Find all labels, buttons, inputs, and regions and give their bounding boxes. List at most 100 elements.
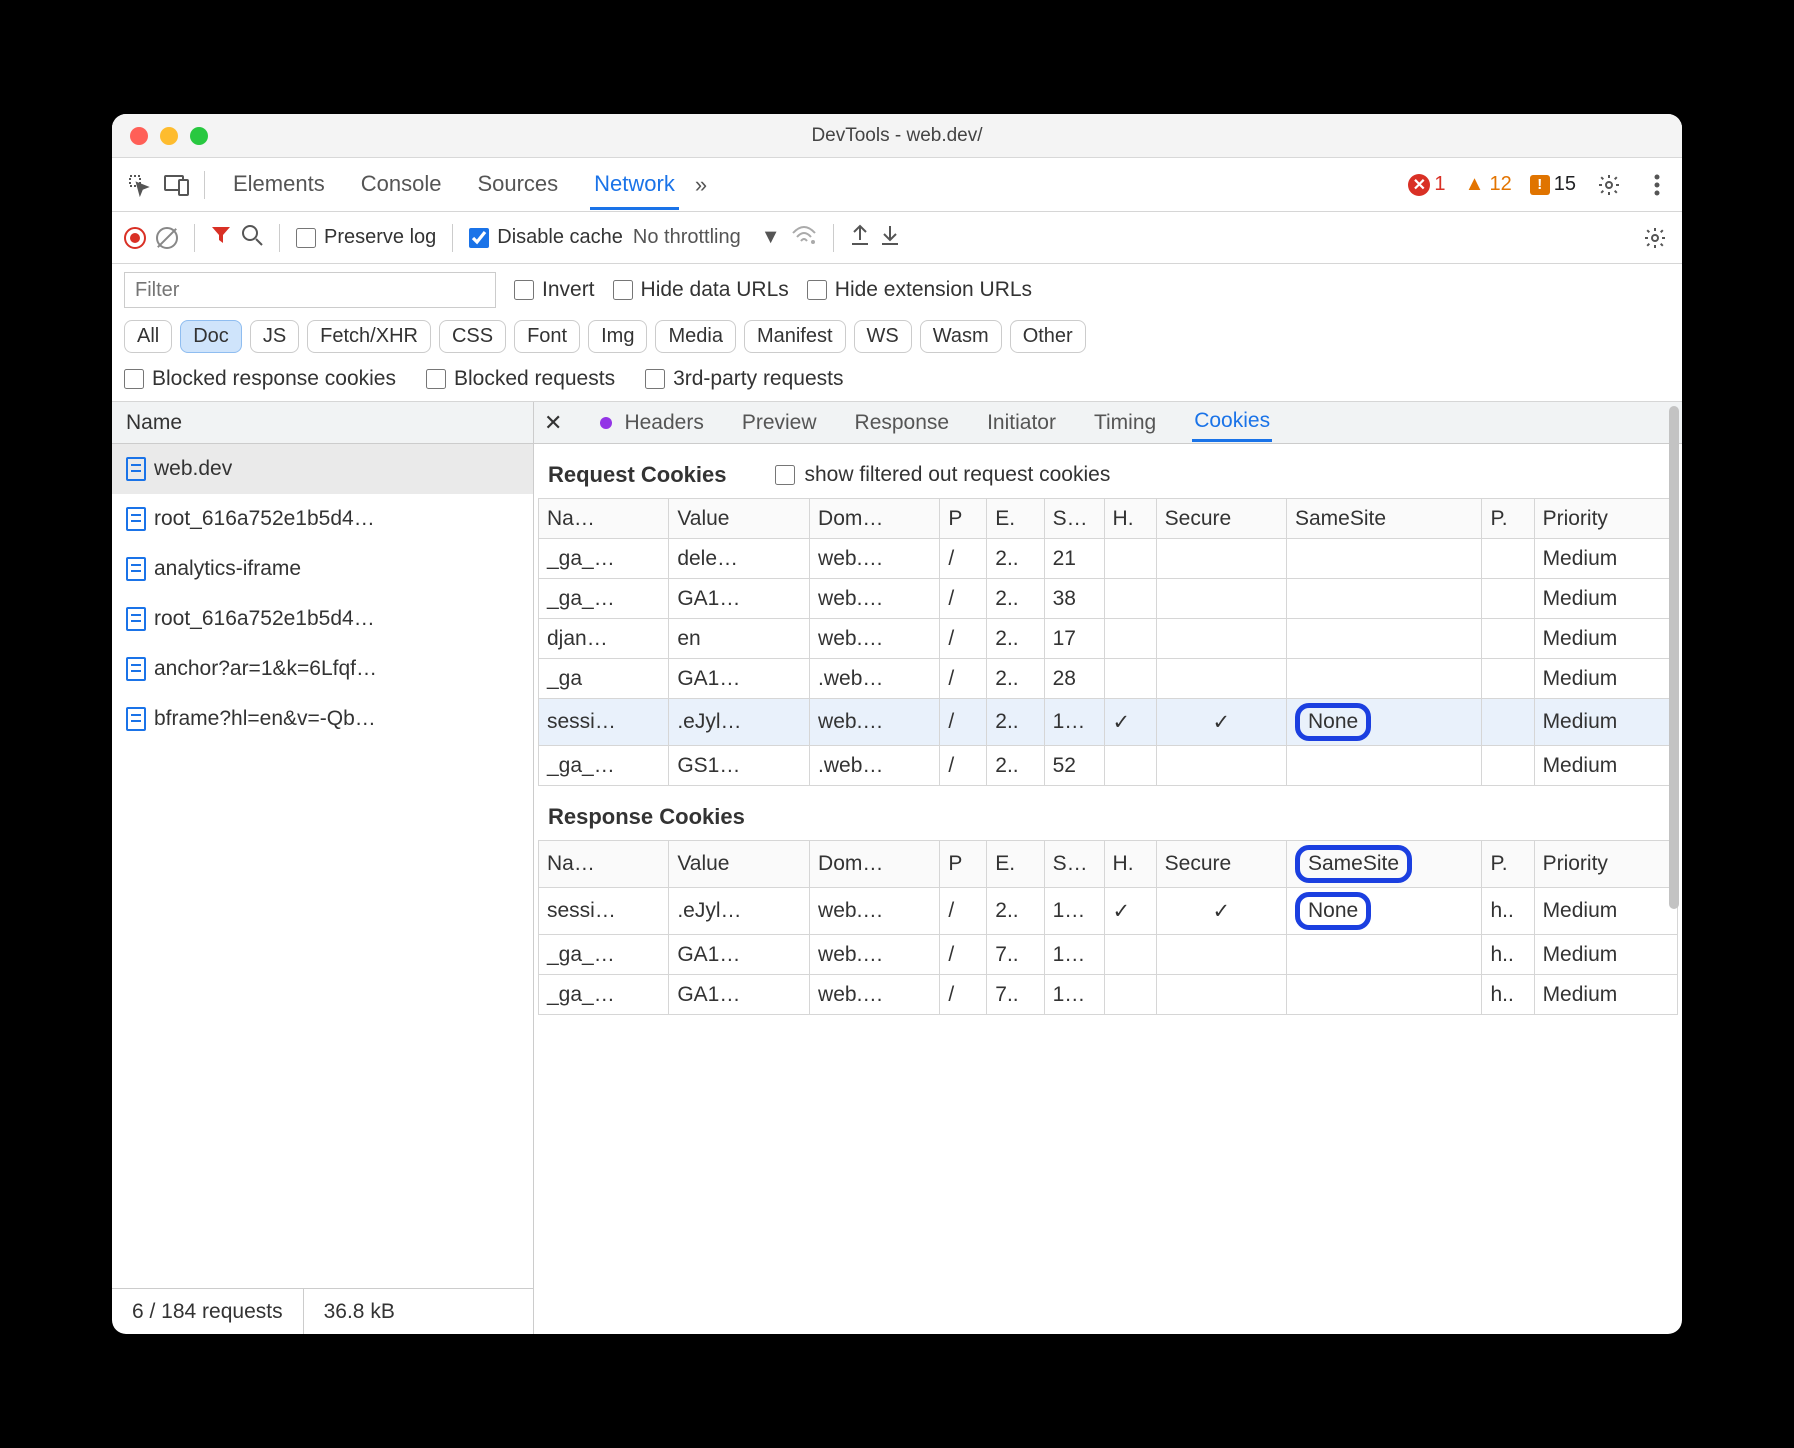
- type-pill-media[interactable]: Media: [655, 320, 735, 353]
- chevron-down-icon: ▼: [761, 226, 781, 249]
- type-pill-fetchxhr[interactable]: Fetch/XHR: [307, 320, 431, 353]
- settings-icon[interactable]: [1594, 170, 1624, 200]
- show-filtered-checkbox[interactable]: show filtered out request cookies: [775, 463, 1111, 487]
- warning-count[interactable]: ▲ 12: [1464, 173, 1512, 196]
- col-header[interactable]: E.: [987, 499, 1044, 539]
- request-row[interactable]: root_616a752e1b5d4…: [112, 494, 533, 544]
- close-detail-icon[interactable]: ✕: [544, 410, 562, 436]
- filter-toggle-icon[interactable]: [211, 225, 231, 251]
- download-har-icon[interactable]: [880, 224, 900, 252]
- detail-tab-cookies[interactable]: Cookies: [1192, 403, 1272, 442]
- col-header[interactable]: Value: [669, 499, 810, 539]
- col-header[interactable]: Dom…: [810, 841, 940, 888]
- col-header[interactable]: S…: [1044, 499, 1104, 539]
- tab-sources[interactable]: Sources: [473, 159, 562, 210]
- cookie-row[interactable]: _ga_…GA1…web.…/7..1…h..Medium: [539, 935, 1678, 975]
- network-settings-icon[interactable]: [1640, 223, 1670, 253]
- cell: 2..: [987, 579, 1044, 619]
- type-pill-css[interactable]: CSS: [439, 320, 506, 353]
- type-pill-all[interactable]: All: [124, 320, 172, 353]
- type-pill-ws[interactable]: WS: [854, 320, 912, 353]
- cell: [1104, 539, 1156, 579]
- cookie-row[interactable]: sessi….eJyl…web.…/2..1…✓✓Noneh..Medium: [539, 888, 1678, 935]
- cookie-row[interactable]: djan…enweb.…/2..17Medium: [539, 619, 1678, 659]
- cookie-row[interactable]: sessi….eJyl…web.…/2..1…✓✓NoneMedium: [539, 699, 1678, 746]
- col-header[interactable]: Na…: [539, 499, 669, 539]
- col-header[interactable]: P.: [1482, 841, 1534, 888]
- col-header[interactable]: P: [940, 841, 987, 888]
- record-button[interactable]: [124, 227, 146, 249]
- network-conditions-icon[interactable]: [791, 225, 817, 251]
- minimize-window-icon[interactable]: [160, 127, 178, 145]
- cookie-row[interactable]: _gaGA1….web…/2..28Medium: [539, 659, 1678, 699]
- col-header[interactable]: P.: [1482, 499, 1534, 539]
- preserve-log-input[interactable]: [296, 228, 316, 248]
- col-header[interactable]: SameSite: [1286, 499, 1481, 539]
- issue-count[interactable]: ! 15: [1530, 173, 1576, 196]
- maximize-window-icon[interactable]: [190, 127, 208, 145]
- cookie-row[interactable]: _ga_…GA1…web.…/2..38Medium: [539, 579, 1678, 619]
- type-pill-doc[interactable]: Doc: [180, 320, 242, 353]
- blocked-requests-checkbox[interactable]: Blocked requests: [426, 367, 615, 391]
- cookie-row[interactable]: _ga_…GA1…web.…/7..1…h..Medium: [539, 975, 1678, 1015]
- device-toolbar-icon[interactable]: [160, 168, 194, 202]
- name-column-header[interactable]: Name: [112, 402, 533, 444]
- disable-cache-input[interactable]: [469, 228, 489, 248]
- cookie-row[interactable]: _ga_…dele…web.…/2..21Medium: [539, 539, 1678, 579]
- warning-count-value: 12: [1490, 173, 1512, 196]
- col-header[interactable]: S…: [1044, 841, 1104, 888]
- search-icon[interactable]: [241, 224, 263, 252]
- col-header[interactable]: H.: [1104, 841, 1156, 888]
- type-pill-manifest[interactable]: Manifest: [744, 320, 846, 353]
- hide-extension-urls-checkbox[interactable]: Hide extension URLs: [807, 278, 1032, 302]
- cookie-row[interactable]: _ga_…GS1….web…/2..52Medium: [539, 746, 1678, 786]
- throttling-select[interactable]: No throttling ▼: [633, 226, 781, 249]
- request-row[interactable]: web.dev: [112, 444, 533, 494]
- request-row[interactable]: analytics-iframe: [112, 544, 533, 594]
- col-header[interactable]: P: [940, 499, 987, 539]
- type-pill-img[interactable]: Img: [588, 320, 647, 353]
- third-party-checkbox[interactable]: 3rd-party requests: [645, 367, 843, 391]
- close-window-icon[interactable]: [130, 127, 148, 145]
- col-header[interactable]: Value: [669, 841, 810, 888]
- col-header[interactable]: Dom…: [810, 499, 940, 539]
- type-pill-js[interactable]: JS: [250, 320, 299, 353]
- scrollbar-thumb[interactable]: [1669, 406, 1679, 909]
- type-pill-other[interactable]: Other: [1010, 320, 1086, 353]
- col-header[interactable]: Priority: [1534, 841, 1677, 888]
- col-header[interactable]: Secure: [1156, 841, 1286, 888]
- tab-network[interactable]: Network: [590, 159, 679, 210]
- col-header[interactable]: E.: [987, 841, 1044, 888]
- col-header[interactable]: SameSite: [1286, 841, 1481, 888]
- type-pill-wasm[interactable]: Wasm: [920, 320, 1002, 353]
- more-tabs-icon[interactable]: »: [695, 172, 707, 198]
- clear-button[interactable]: [156, 227, 178, 249]
- filter-input[interactable]: [124, 272, 496, 308]
- disable-cache-checkbox[interactable]: Disable cache: [469, 226, 623, 249]
- request-row[interactable]: root_616a752e1b5d4…: [112, 594, 533, 644]
- col-header[interactable]: Na…: [539, 841, 669, 888]
- type-pill-font[interactable]: Font: [514, 320, 580, 353]
- detail-tab-preview[interactable]: Preview: [740, 405, 819, 441]
- invert-checkbox[interactable]: Invert: [514, 278, 595, 302]
- request-row[interactable]: anchor?ar=1&k=6Lfqf…: [112, 644, 533, 694]
- inspect-icon[interactable]: [122, 168, 156, 202]
- cell: 28: [1044, 659, 1104, 699]
- detail-tab-response[interactable]: Response: [853, 405, 952, 441]
- detail-tab-headers[interactable]: Headers: [622, 405, 705, 441]
- preserve-log-checkbox[interactable]: Preserve log: [296, 226, 436, 249]
- scrollbar[interactable]: [1664, 402, 1682, 1334]
- request-row[interactable]: bframe?hl=en&v=-Qb…: [112, 694, 533, 744]
- col-header[interactable]: Secure: [1156, 499, 1286, 539]
- hide-data-urls-checkbox[interactable]: Hide data URLs: [613, 278, 789, 302]
- col-header[interactable]: H.: [1104, 499, 1156, 539]
- detail-tab-initiator[interactable]: Initiator: [985, 405, 1058, 441]
- col-header[interactable]: Priority: [1534, 499, 1677, 539]
- blocked-cookies-checkbox[interactable]: Blocked response cookies: [124, 367, 396, 391]
- detail-tab-timing[interactable]: Timing: [1092, 405, 1158, 441]
- error-count[interactable]: ✕ 1: [1408, 173, 1445, 196]
- kebab-menu-icon[interactable]: [1642, 170, 1672, 200]
- upload-har-icon[interactable]: [850, 224, 870, 252]
- tab-console[interactable]: Console: [357, 159, 446, 210]
- tab-elements[interactable]: Elements: [229, 159, 329, 210]
